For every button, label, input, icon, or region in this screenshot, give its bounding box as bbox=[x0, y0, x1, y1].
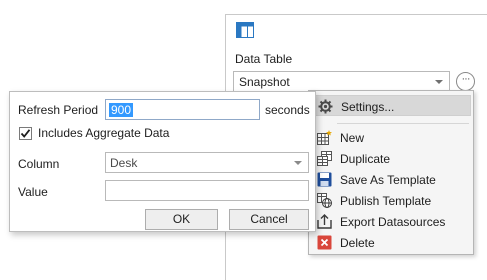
checkmark-icon bbox=[20, 129, 31, 138]
table-app-icon bbox=[236, 22, 254, 38]
menu-item-new[interactable]: New bbox=[311, 127, 471, 148]
aggregate-label: Includes Aggregate Data bbox=[38, 126, 170, 140]
refresh-period-input[interactable]: 900 bbox=[105, 99, 260, 120]
gear-icon bbox=[318, 99, 333, 114]
column-select[interactable]: Desk bbox=[105, 152, 309, 173]
menu-item-settings[interactable]: Settings... bbox=[311, 95, 471, 116]
menu-item-label: Export Datasources bbox=[340, 215, 446, 229]
new-table-icon bbox=[317, 130, 332, 145]
column-label: Column bbox=[18, 157, 60, 171]
chevron-down-icon bbox=[294, 161, 302, 165]
value-input[interactable] bbox=[105, 180, 309, 201]
export-icon bbox=[317, 214, 332, 229]
settings-dialog: Refresh Period 900 seconds Includes Aggr… bbox=[9, 91, 316, 232]
more-options-button[interactable]: ··· bbox=[456, 72, 475, 91]
refresh-period-label: Refresh Period bbox=[18, 103, 99, 117]
refresh-unit-label: seconds bbox=[265, 103, 310, 117]
value-label: Value bbox=[18, 185, 48, 199]
context-menu: Settings... New Duplicate Save As Templa… bbox=[308, 90, 474, 255]
cancel-button[interactable]: Cancel bbox=[229, 209, 309, 230]
duplicate-icon bbox=[317, 151, 332, 166]
aggregate-checkbox[interactable] bbox=[19, 127, 32, 140]
data-table-select[interactable]: Snapshot bbox=[233, 71, 450, 92]
publish-globe-icon bbox=[317, 193, 332, 208]
delete-icon bbox=[317, 235, 332, 250]
menu-item-label: Duplicate bbox=[340, 152, 391, 166]
data-table-select-value: Snapshot bbox=[239, 75, 290, 89]
menu-item-save-as-template[interactable]: Save As Template bbox=[311, 169, 471, 190]
menu-item-export-datasources[interactable]: Export Datasources bbox=[311, 211, 471, 232]
data-table-label: Data Table bbox=[235, 52, 293, 66]
menu-item-label: Save As Template bbox=[340, 173, 436, 187]
save-icon bbox=[317, 172, 332, 187]
column-select-value: Desk bbox=[110, 156, 138, 170]
menu-item-label: New bbox=[340, 131, 365, 145]
menu-item-delete[interactable]: Delete bbox=[311, 232, 471, 253]
ok-button[interactable]: OK bbox=[145, 209, 218, 230]
menu-item-label: Settings... bbox=[341, 100, 395, 114]
refresh-period-value: 900 bbox=[109, 103, 134, 117]
menu-item-publish-template[interactable]: Publish Template bbox=[311, 190, 471, 211]
menu-separator bbox=[337, 123, 469, 124]
menu-item-label: Publish Template bbox=[340, 194, 432, 208]
chevron-down-icon bbox=[435, 80, 443, 84]
menu-item-duplicate[interactable]: Duplicate bbox=[311, 148, 471, 169]
menu-item-label: Delete bbox=[340, 236, 375, 250]
